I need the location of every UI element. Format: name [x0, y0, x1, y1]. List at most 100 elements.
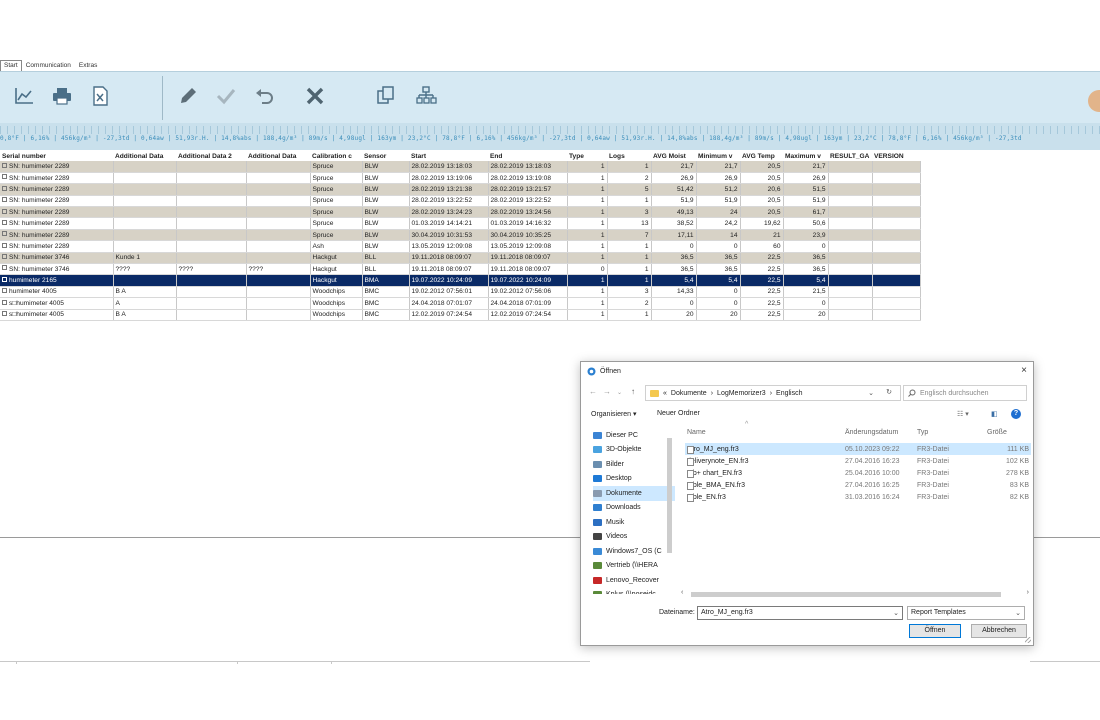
tab-start[interactable]: Start	[0, 60, 22, 71]
table-row[interactable]: SN: humimeter 3746???????????? Hackgut BLL…	[0, 263, 921, 276]
column-header[interactable]: Additional Data	[246, 152, 310, 161]
nav-item[interactable]: Lenovo_Recover	[593, 573, 675, 588]
close-button[interactable]: ×	[1021, 365, 1027, 376]
scrollbar-thumb[interactable]	[667, 438, 672, 553]
search-input[interactable]: Englisch durchsuchen	[903, 385, 1027, 401]
expand-icon[interactable]	[2, 288, 7, 294]
expand-icon[interactable]	[2, 219, 7, 225]
path-segment[interactable]: Englisch	[776, 390, 802, 397]
file-item[interactable]: table_BMA_EN.fr3 27.04.2016 16:25 FR3-Date…	[685, 479, 1031, 491]
expand-icon[interactable]	[2, 311, 7, 317]
table-row[interactable]: SN: humimeter 3746 Kunde 1 Hackgut BLL 19.11…	[0, 252, 921, 265]
scroll-left-icon[interactable]: ‹	[681, 589, 683, 596]
column-header[interactable]: Minimum v	[696, 152, 740, 161]
file-list-scrollbar[interactable]: ‹ ›	[681, 589, 1031, 598]
table-row[interactable]: SN: humimeter 2289 Spruce BLW 28.02.2019 13…	[0, 195, 921, 208]
hierarchy-button[interactable]	[412, 82, 440, 110]
recent-chevron-icon[interactable]: ⌄	[617, 389, 622, 396]
chevron-down-icon[interactable]: ⌄	[893, 608, 899, 620]
column-header[interactable]: Calibration c	[310, 152, 362, 161]
file-item[interactable]: table_EN.fr3 31.03.2016 16:24 FR3-Datei 82 …	[685, 491, 1031, 503]
nav-item[interactable]: 3D-Objekte	[593, 443, 675, 458]
table-row[interactable]: SN: humimeter 2289 Spruce BLW 28.02.2019 13…	[0, 172, 921, 185]
expand-icon[interactable]	[2, 208, 7, 214]
preview-pane-icon[interactable]: ◧	[991, 410, 998, 418]
scroll-right-icon[interactable]: ›	[1027, 589, 1029, 596]
filetype-select[interactable]: Report Templates ⌄	[907, 606, 1025, 620]
nav-item[interactable]: Videos	[593, 530, 675, 545]
tab-communication[interactable]: Communication	[22, 60, 75, 71]
column-name[interactable]: Name	[687, 429, 706, 436]
table-row[interactable]: SN: humimeter 2289 Spruce BLW 30.04.2019 10…	[0, 229, 921, 242]
copy-button[interactable]	[372, 82, 400, 110]
cancel-button[interactable]: Abbrechen	[971, 624, 1027, 638]
column-header[interactable]: Type	[567, 152, 607, 161]
column-header[interactable]: Sensor	[362, 152, 409, 161]
expand-icon[interactable]	[2, 162, 7, 168]
column-header[interactable]: VERSION	[872, 152, 920, 161]
refresh-icon[interactable]: ↻	[886, 388, 892, 396]
column-header[interactable]: AVG Moist	[651, 152, 696, 161]
column-header[interactable]: Maximum v	[783, 152, 828, 161]
nav-item[interactable]: Bilder	[593, 457, 675, 472]
column-size[interactable]: Größe	[987, 429, 1007, 436]
view-options-icon[interactable]: ☷ ▾	[957, 410, 969, 418]
print-button[interactable]	[48, 82, 76, 110]
back-icon[interactable]: ←	[589, 387, 597, 396]
chevron-down-icon[interactable]: ⌄	[868, 389, 874, 397]
expand-icon[interactable]	[2, 254, 7, 260]
excel-export-button[interactable]	[86, 82, 114, 110]
table-row[interactable]: humimeter 2165 Hackgut BMA 19.07.2022 10:24…	[0, 274, 921, 287]
table-row[interactable]: SN: humimeter 2289 Ash BLW 13.05.2019 12:09…	[0, 240, 921, 253]
column-date[interactable]: Änderungsdatum	[845, 429, 898, 436]
file-item[interactable]: Atro_MJ_eng.fr3 05.10.2023 09:22 FR3-Datei…	[685, 443, 1031, 455]
expand-icon[interactable]	[2, 231, 7, 237]
nav-item[interactable]: Desktop	[593, 472, 675, 487]
expand-icon[interactable]	[2, 185, 7, 191]
expand-icon[interactable]	[2, 265, 7, 271]
resize-grip[interactable]	[1025, 637, 1031, 643]
file-item[interactable]: tab+ chart_EN.fr3 25.04.2016 10:00 FR3-Dat…	[685, 467, 1031, 479]
nav-item[interactable]: Vertrieb (\\HERA	[593, 559, 675, 574]
scrollbar-thumb[interactable]	[691, 592, 1001, 597]
nav-item[interactable]: Dokumente	[593, 486, 675, 501]
nav-item[interactable]: Kplus (\\poseidc	[593, 588, 675, 594]
nav-item[interactable]: Windows7_OS (C	[593, 544, 675, 559]
table-row[interactable]: s□humimeter 4005 B A Woodchips BMC 12.02.201…	[0, 309, 921, 321]
table-row[interactable]: SN: humimeter 2289 Spruce BLW 01.03.2019 14…	[0, 217, 921, 230]
column-header[interactable]: RESULT_GA	[828, 152, 872, 161]
column-header[interactable]: Additional Data	[113, 152, 176, 161]
column-header[interactable]: AVG Temp	[740, 152, 783, 161]
forward-icon[interactable]: →	[603, 387, 611, 396]
nav-item[interactable]: Musik	[593, 515, 675, 530]
filename-input[interactable]: Atro_MJ_eng.fr3 ⌄	[697, 606, 903, 620]
tab-extras[interactable]: Extras	[75, 60, 101, 71]
confirm-button[interactable]	[212, 82, 240, 110]
organize-button[interactable]: Organisieren ▾	[591, 410, 637, 418]
edit-button[interactable]	[174, 82, 202, 110]
column-type[interactable]: Typ	[917, 429, 928, 436]
nav-item[interactable]: Downloads	[593, 501, 675, 516]
navigation-scrollbar[interactable]	[666, 428, 673, 594]
table-row[interactable]: s□humimeter 4005 A Woodchips BMC 24.04.2018 …	[0, 297, 921, 310]
help-icon[interactable]: ?	[1011, 409, 1021, 419]
table-row[interactable]: humimeter 4005 B A Woodchips BMC 19.02.2012 …	[0, 286, 921, 299]
table-row[interactable]: SN: humimeter 2289 Spruce BLW 28.02.2019 13…	[0, 206, 921, 219]
column-header[interactable]: Start	[409, 152, 488, 161]
expand-icon[interactable]	[2, 242, 7, 248]
open-button[interactable]: Öffnen	[909, 624, 961, 638]
path-segment[interactable]: LogMemorizer3	[717, 390, 766, 397]
expand-icon[interactable]	[2, 276, 7, 282]
chart-button[interactable]	[10, 82, 38, 110]
expand-icon[interactable]	[2, 197, 7, 203]
expand-icon[interactable]	[2, 299, 7, 305]
column-header[interactable]: Additional Data 2	[176, 152, 246, 161]
undo-button[interactable]	[250, 82, 278, 110]
column-header[interactable]: Serial number	[0, 152, 113, 161]
column-header[interactable]: End	[488, 152, 567, 161]
new-folder-button[interactable]: Neuer Ordner	[657, 410, 700, 417]
expand-icon[interactable]	[2, 174, 7, 180]
path-segment[interactable]: Dokumente	[671, 390, 707, 397]
address-bar[interactable]: « Dokumente › LogMemorizer3 › Englisch ⌄…	[645, 385, 901, 401]
column-header[interactable]: Logs	[607, 152, 651, 161]
